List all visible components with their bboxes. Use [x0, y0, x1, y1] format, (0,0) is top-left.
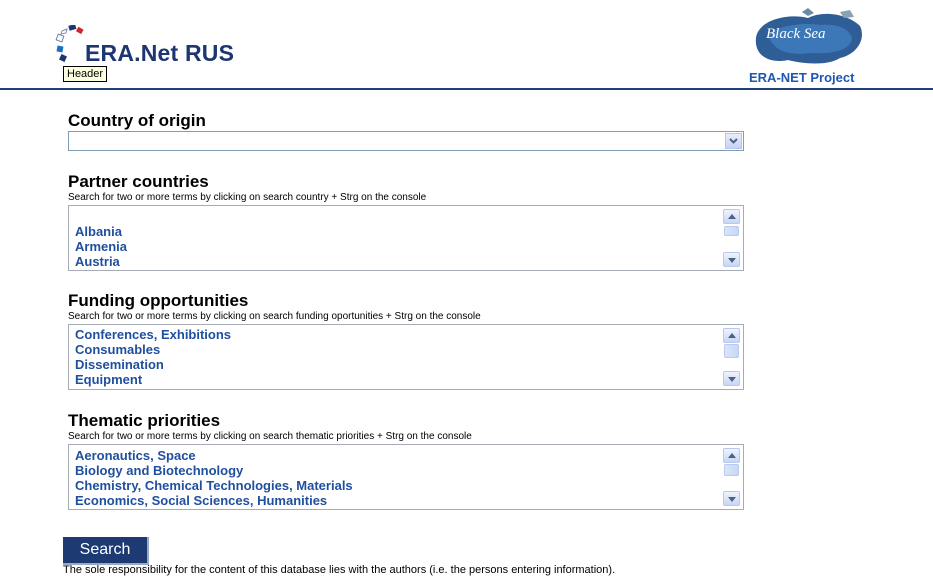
thematic-priorities-hint: Search for two or more terms by clicking… [68, 431, 472, 442]
scroll-thumb[interactable] [724, 464, 739, 476]
era-net-rus-logo-icon [55, 25, 84, 62]
country-of-origin-title: Country of origin [68, 111, 206, 130]
list-item[interactable]: Chemistry, Chemical Technologies, Materi… [75, 478, 719, 493]
header-tooltip: Header [63, 66, 108, 82]
list-item[interactable]: Aeronautics, Space [75, 448, 719, 463]
list-item[interactable]: Conferences, Exhibitions [75, 327, 719, 342]
list-item[interactable]: Albania [75, 224, 719, 239]
logo-title: ERA.Net RUS [85, 40, 235, 66]
scroll-down-button[interactable] [723, 491, 740, 506]
thematic-priorities-listbox[interactable]: Aeronautics, Space Biology and Biotechno… [68, 444, 744, 510]
chevron-down-icon [728, 258, 736, 263]
list-item[interactable]: Economics, Social Sciences, Humanities [75, 493, 719, 508]
list-item[interactable]: Equipment [75, 372, 719, 387]
chevron-down-icon [728, 497, 736, 502]
scroll-down-button[interactable] [723, 371, 740, 386]
thematic-priorities-title: Thematic priorities [68, 411, 221, 430]
partner-countries-hint: Search for two or more terms by clicking… [68, 192, 427, 203]
partner-logo-caption: ERA-NET Project [749, 70, 855, 85]
scroll-thumb[interactable] [724, 344, 739, 358]
chevron-up-icon [728, 214, 736, 219]
search-button[interactable]: Search [63, 537, 149, 565]
chevron-up-icon [728, 333, 736, 338]
country-of-origin-select[interactable] [68, 131, 744, 151]
funding-opportunities-hint: Search for two or more terms by clicking… [68, 311, 481, 322]
chevron-down-icon [728, 377, 736, 382]
disclaimer-text: The sole responsibility for the content … [63, 564, 616, 576]
list-item[interactable]: Consumables [75, 342, 719, 357]
list-item[interactable]: Dissemination [75, 357, 719, 372]
partner-countries-listbox[interactable]: Albania Armenia Austria [68, 205, 744, 271]
vertical-scrollbar[interactable] [723, 448, 740, 506]
scroll-up-button[interactable] [723, 209, 740, 224]
list-item[interactable]: Austria [75, 254, 719, 269]
chevron-down-icon [729, 138, 738, 144]
vertical-scrollbar[interactable] [723, 328, 740, 386]
scroll-thumb[interactable] [724, 226, 739, 236]
black-sea-logo[interactable]: Black Sea ERA-NET Project [748, 8, 888, 86]
scroll-up-button[interactable] [723, 328, 740, 343]
funding-opportunities-title: Funding opportunities [68, 291, 249, 310]
header-divider [0, 88, 933, 90]
dropdown-button[interactable] [725, 133, 742, 149]
vertical-scrollbar[interactable] [723, 209, 740, 267]
list-item[interactable]: Biology and Biotechnology [75, 463, 719, 478]
scroll-down-button[interactable] [723, 252, 740, 267]
header: ERA.Net RUS Header Black Sea ERA-NET Pro… [0, 0, 933, 92]
partner-countries-title: Partner countries [68, 172, 209, 191]
chevron-up-icon [728, 453, 736, 458]
list-item[interactable] [75, 209, 719, 224]
list-item[interactable]: Armenia [75, 239, 719, 254]
funding-opportunities-listbox[interactable]: Conferences, Exhibitions Consumables Dis… [68, 324, 744, 390]
scroll-up-button[interactable] [723, 448, 740, 463]
partner-logo-text: Black Sea [766, 26, 826, 42]
